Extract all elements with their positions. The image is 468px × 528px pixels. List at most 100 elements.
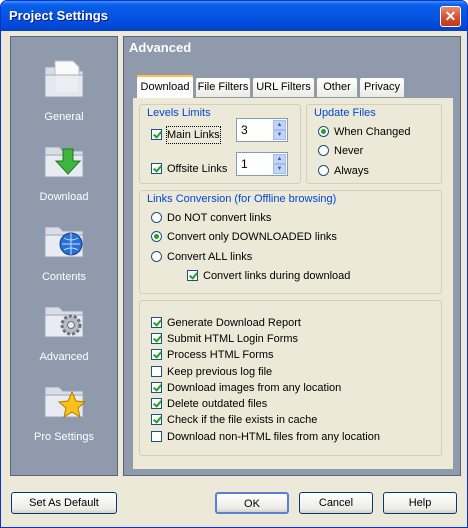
sidebar-item-label: Download — [39, 191, 89, 203]
checkbox-box[interactable] — [151, 414, 162, 425]
tab-file-filters[interactable]: File Filters — [195, 77, 251, 97]
radio-circle[interactable] — [318, 165, 329, 176]
sidebar-item-general[interactable]: General — [11, 55, 117, 135]
tab-privacy[interactable]: Privacy — [359, 77, 405, 97]
general-icon — [44, 60, 84, 98]
radio-label: Convert ALL links — [167, 251, 253, 263]
sidebar-item-advanced[interactable]: Advanced — [11, 295, 117, 375]
tab-download[interactable]: Download — [136, 75, 194, 98]
radio-label: Never — [334, 145, 364, 157]
sidebar-item-label: General — [44, 111, 84, 123]
project-settings-window: Project Settings ✕ General Download Cont… — [0, 0, 468, 528]
convert-during-download-checkbox[interactable]: Convert links during download — [187, 268, 427, 284]
main-links-checkbox[interactable]: Main Links — [151, 126, 231, 144]
group-title: Levels Limits — [146, 107, 212, 119]
sidebar-item-label: Advanced — [39, 351, 89, 363]
main-links-spinner[interactable]: 3 ▲ ▼ — [236, 118, 288, 142]
checkbox-box[interactable] — [151, 366, 162, 377]
sidebar-item-contents[interactable]: Contents — [11, 215, 117, 295]
checkbox-label: Main Links — [166, 126, 221, 144]
close-button[interactable]: ✕ — [440, 6, 461, 27]
set-as-default-button[interactable]: Set As Default — [11, 492, 117, 514]
main-panel: Advanced Download File Filters URL Filte… — [123, 36, 461, 476]
checkbox-box[interactable] — [151, 349, 162, 360]
offsite-links-checkbox[interactable]: Offsite Links — [151, 161, 231, 177]
radio-label: Always — [334, 165, 369, 177]
sidebar: General Download Contents Advanced Pro S… — [10, 36, 118, 476]
tab-url-filters[interactable]: URL Filters — [252, 77, 315, 97]
spin-down-icon[interactable]: ▼ — [273, 130, 286, 140]
checkbox-box[interactable] — [151, 398, 162, 409]
generate-download-report-checkbox[interactable]: Generate Download Report — [151, 315, 431, 331]
tab-other[interactable]: Other — [316, 77, 358, 97]
sidebar-item-download[interactable]: Download — [11, 135, 117, 215]
spinner-value: 3 — [241, 123, 248, 137]
checkbox-label: Keep previous log file — [167, 366, 273, 378]
update-never-radio[interactable]: Never — [318, 143, 428, 159]
checkbox-label: Submit HTML Login Forms — [167, 333, 299, 345]
advanced-icon — [44, 306, 84, 338]
spin-up-icon[interactable]: ▲ — [273, 120, 286, 130]
checkbox-box[interactable] — [151, 333, 162, 344]
ok-button[interactable]: OK — [215, 492, 289, 514]
links-conversion-group: Links Conversion (for Offline browsing) … — [139, 190, 442, 294]
keep-previous-log-checkbox[interactable]: Keep previous log file — [151, 364, 431, 380]
tab-control: Download File Filters URL Filters Other … — [132, 75, 454, 470]
process-html-forms-checkbox[interactable]: Process HTML Forms — [151, 347, 431, 363]
checkbox-label: Check if the file exists in cache — [167, 414, 318, 426]
download-non-html-checkbox[interactable]: Download non-HTML files from any locatio… — [151, 429, 431, 445]
checkbox-box[interactable] — [151, 129, 162, 140]
sidebar-item-label: Pro Settings — [34, 431, 94, 443]
cancel-button[interactable]: Cancel — [299, 492, 373, 514]
convert-all-radio[interactable]: Convert ALL links — [151, 249, 411, 265]
submit-login-forms-checkbox[interactable]: Submit HTML Login Forms — [151, 331, 431, 347]
radio-circle[interactable] — [151, 212, 162, 223]
radio-label: When Changed — [334, 126, 411, 138]
checkbox-box[interactable] — [151, 163, 162, 174]
radio-circle[interactable] — [318, 126, 329, 137]
radio-circle[interactable] — [318, 145, 329, 156]
group-title: Links Conversion (for Offline browsing) — [146, 193, 338, 205]
checkbox-box[interactable] — [151, 382, 162, 393]
do-not-convert-radio[interactable]: Do NOT convert links — [151, 210, 411, 226]
radio-circle[interactable] — [151, 231, 162, 242]
radio-circle[interactable] — [151, 251, 162, 262]
download-options-group: Generate Download Report Submit HTML Log… — [139, 300, 442, 456]
group-title: Update Files — [313, 107, 377, 119]
sidebar-item-label: Contents — [41, 271, 87, 283]
update-files-group: Update Files When Changed Never Always — [306, 104, 442, 184]
delete-outdated-files-checkbox[interactable]: Delete outdated files — [151, 396, 431, 412]
offsite-links-spinner[interactable]: 1 ▲ ▼ — [236, 152, 288, 176]
checkbox-box[interactable] — [151, 317, 162, 328]
page-title: Advanced — [129, 40, 192, 55]
convert-downloaded-radio[interactable]: Convert only DOWNLOADED links — [151, 229, 411, 245]
checkbox-label: Convert links during download — [203, 270, 351, 282]
window-title: Project Settings — [9, 8, 108, 23]
check-cache-checkbox[interactable]: Check if the file exists in cache — [151, 412, 431, 428]
checkbox-box[interactable] — [151, 431, 162, 442]
download-images-any-location-checkbox[interactable]: Download images from any location — [151, 380, 431, 396]
spin-up-icon[interactable]: ▲ — [273, 154, 286, 164]
spin-down-icon[interactable]: ▼ — [273, 164, 286, 174]
help-button[interactable]: Help — [383, 492, 457, 514]
pro-settings-icon — [44, 386, 87, 419]
update-when-changed-radio[interactable]: When Changed — [318, 124, 428, 140]
update-always-radio[interactable]: Always — [318, 163, 428, 179]
download-icon — [44, 146, 84, 178]
radio-label: Convert only DOWNLOADED links — [167, 231, 337, 243]
levels-limits-group: Levels Limits Main Links 3 ▲ ▼ Offsite L… — [139, 104, 301, 184]
checkbox-box[interactable] — [187, 270, 198, 281]
checkbox-label: Process HTML Forms — [167, 349, 274, 361]
spinner-value: 1 — [241, 157, 248, 171]
checkbox-label: Download non-HTML files from any locatio… — [167, 431, 380, 443]
radio-label: Do NOT convert links — [167, 212, 272, 224]
checkbox-label: Generate Download Report — [167, 317, 301, 329]
title-bar[interactable]: Project Settings ✕ — [1, 1, 467, 31]
contents-icon — [44, 226, 84, 258]
download-tab-panel: Levels Limits Main Links 3 ▲ ▼ Offsite L… — [132, 97, 454, 470]
checkbox-label: Delete outdated files — [167, 398, 268, 410]
checkbox-label: Offsite Links — [167, 163, 228, 175]
checkbox-label: Download images from any location — [167, 382, 342, 394]
sidebar-item-pro-settings[interactable]: Pro Settings — [11, 375, 117, 455]
close-icon: ✕ — [444, 8, 457, 24]
